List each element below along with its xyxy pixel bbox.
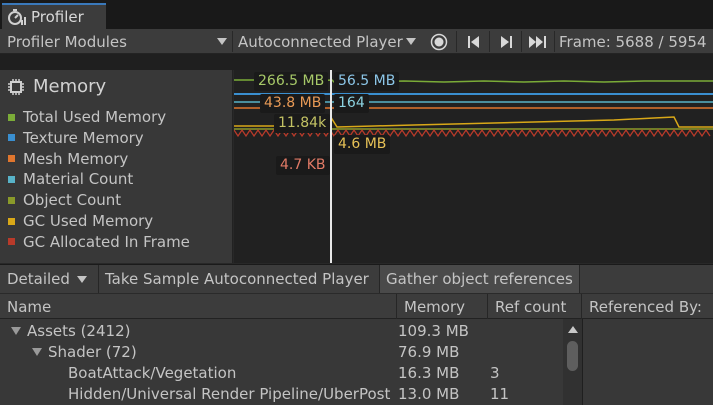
chevron-down-icon — [77, 276, 87, 283]
window-tab-strip: Profiler — [0, 0, 713, 29]
tree-row-memory: 76.9 MB — [398, 342, 460, 361]
record-icon — [430, 33, 448, 50]
chip-icon — [8, 78, 24, 95]
legend-item-texture-memory[interactable]: Texture Memory — [8, 129, 144, 147]
tree-row[interactable]: BoatAttack/Vegetation 16.3 MB 3 — [0, 362, 582, 383]
tree-row-memory: 16.3 MB — [398, 363, 460, 382]
chart-timeline-header — [0, 54, 713, 70]
profiler-tab[interactable]: Profiler — [2, 3, 106, 29]
tooltip-texture-memory: 56.5 MB — [334, 72, 400, 91]
details-toolbar: Detailed Take Sample Autoconnected Playe… — [0, 264, 713, 293]
toolbar-divider — [521, 31, 522, 52]
tree-row[interactable]: Assets (2412) 109.3 MB — [0, 320, 582, 341]
last-frame-icon — [529, 35, 546, 48]
column-referenced-by-label: Referenced By: — [589, 297, 702, 316]
view-mode-dropdown[interactable]: Detailed — [7, 265, 91, 293]
take-sample-label: Take Sample Autoconnected Player — [105, 270, 369, 288]
legend-label: Object Count — [23, 191, 122, 210]
profiler-toolbar: Profiler Modules Autoconnected Player Fr… — [0, 29, 713, 54]
column-ref-count[interactable]: Ref count — [488, 294, 582, 319]
legend-swatch — [8, 113, 15, 121]
column-memory-label: Memory — [404, 297, 466, 316]
last-frame-button[interactable] — [523, 29, 553, 54]
memory-chart[interactable]: 266.5 MB 56.5 MB 43.8 MB 164 11.84k 4.6 … — [234, 70, 713, 263]
tooltip-material-count: 164 — [334, 94, 369, 113]
column-ref-count-label: Ref count — [495, 297, 567, 316]
memory-module-title[interactable]: Memory — [7, 76, 106, 97]
record-button[interactable] — [424, 29, 454, 54]
legend-item-gc-allocated-in-frame[interactable]: GC Allocated In Frame — [8, 233, 190, 251]
memory-tree-view: Assets (2412) 109.3 MB Shader (72) 76.9 … — [0, 319, 582, 405]
legend-swatch — [8, 155, 15, 163]
referenced-by-panel — [582, 319, 713, 405]
legend-item-mesh-memory[interactable]: Mesh Memory — [8, 150, 128, 168]
memory-module-label: Memory — [33, 76, 107, 97]
legend-swatch — [8, 134, 15, 142]
frame-counter: Frame: 5688 / 5954 — [559, 29, 707, 54]
legend-label: GC Used Memory — [23, 212, 154, 230]
chevron-down-icon — [406, 38, 416, 45]
tree-row-ref-count: 3 — [490, 363, 500, 382]
column-referenced-by: Referenced By: — [582, 294, 713, 319]
legend-item-object-count[interactable]: Object Count — [8, 191, 121, 209]
legend-label: Mesh Memory — [23, 149, 129, 168]
tree-row-name: Assets (2412) — [27, 321, 131, 340]
next-frame-icon — [501, 35, 512, 48]
scroll-thumb[interactable] — [567, 341, 578, 371]
toolbar-divider — [554, 31, 555, 52]
legend-label: Total Used Memory — [23, 108, 167, 126]
legend-label: Texture Memory — [23, 128, 144, 147]
legend-item-material-count[interactable]: Material Count — [8, 170, 133, 188]
tree-row-name: Hidden/Universal Render Pipeline/UberPos… — [68, 384, 391, 403]
legend-item-gc-used-memory[interactable]: GC Used Memory — [8, 212, 153, 230]
profiler-modules-label: Profiler Modules — [7, 32, 127, 51]
profiler-modules-dropdown[interactable]: Profiler Modules — [7, 29, 229, 54]
tree-row-memory: 109.3 MB — [398, 321, 469, 340]
tooltip-total-used-memory: 266.5 MB — [254, 72, 329, 91]
legend-swatch — [8, 175, 15, 183]
tooltip-gc-allocated: 4.7 KB — [276, 156, 330, 175]
memory-module-legend: Memory Total Used Memory Texture Memory Me… — [0, 70, 233, 263]
gather-references-label: Gather object references — [386, 270, 573, 288]
expand-triangle-icon[interactable] — [11, 326, 21, 335]
view-mode-label: Detailed — [7, 270, 70, 288]
chevron-down-icon — [217, 38, 227, 45]
legend-item-total-used-memory[interactable]: Total Used Memory — [8, 108, 166, 126]
column-memory[interactable]: Memory — [397, 294, 488, 319]
tooltip-mesh-memory: 43.8 MB — [260, 94, 326, 113]
column-name[interactable]: Name — [0, 294, 397, 319]
profiler-tab-label: Profiler — [31, 8, 84, 26]
first-frame-button[interactable] — [459, 29, 489, 54]
tree-row-memory: 13.0 MB — [398, 384, 460, 403]
legend-swatch — [8, 196, 15, 204]
tree-row-name: BoatAttack/Vegetation — [68, 363, 237, 382]
toolbar-divider — [456, 31, 457, 52]
target-player-label: Autoconnected Player — [238, 32, 403, 51]
legend-label: GC Allocated In Frame — [23, 232, 190, 251]
toolbar-divider — [489, 31, 490, 52]
tree-row-name: Shader (72) — [48, 342, 137, 361]
legend-swatch — [8, 217, 15, 225]
legend-label: Material Count — [23, 170, 134, 189]
take-sample-button[interactable]: Take Sample Autoconnected Player — [98, 265, 375, 293]
tree-column-header: Name Memory Ref count Referenced By: — [0, 293, 713, 319]
profiler-stopwatch-icon — [7, 8, 27, 26]
tree-scrollbar[interactable] — [563, 319, 582, 405]
tree-row[interactable]: Hidden/Universal Render Pipeline/UberPos… — [0, 383, 582, 404]
frame-counter-label: Frame: 5688 / 5954 — [559, 32, 707, 51]
first-frame-icon — [468, 35, 479, 48]
column-name-label: Name — [7, 297, 52, 316]
toolbar-divider — [232, 31, 233, 52]
next-frame-button[interactable] — [491, 29, 521, 54]
legend-swatch — [8, 238, 15, 246]
gather-references-toggle[interactable]: Gather object references — [379, 265, 580, 293]
tree-row-ref-count: 11 — [490, 384, 510, 403]
target-player-dropdown[interactable]: Autoconnected Player — [238, 29, 418, 54]
scroll-up-arrow-icon[interactable] — [568, 326, 578, 333]
expand-triangle-icon[interactable] — [32, 347, 42, 356]
tooltip-object-count: 11.84k — [274, 114, 331, 133]
tooltip-gc-used-memory: 4.6 MB — [334, 135, 391, 154]
tree-row[interactable]: Shader (72) 76.9 MB — [0, 341, 582, 362]
